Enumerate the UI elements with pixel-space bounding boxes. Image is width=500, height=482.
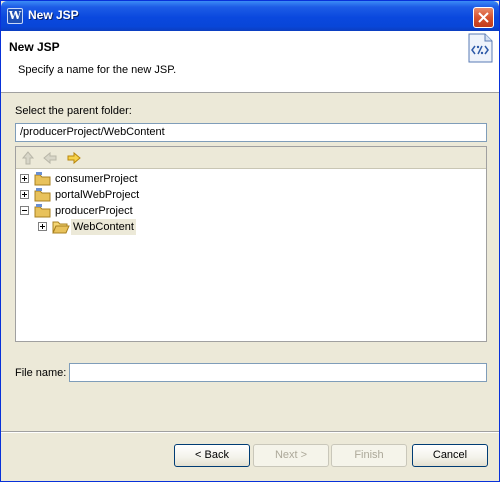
tree-item-label: consumerProject <box>55 173 138 185</box>
banner-title: New JSP <box>9 40 60 54</box>
tree-item-webcontent[interactable]: WebContent <box>38 219 238 235</box>
tree-item-portalwebproject[interactable]: portalWebProject <box>20 187 220 203</box>
finish-button[interactable]: Finish <box>331 444 407 467</box>
footer-separator <box>1 431 499 433</box>
tree-item-consumerproject[interactable]: consumerProject <box>20 171 220 187</box>
folder-tree[interactable]: consumerProject portalWebProject produce… <box>15 146 487 342</box>
close-button[interactable] <box>473 7 494 28</box>
expand-toggle[interactable] <box>38 222 47 231</box>
tree-item-label: portalWebProject <box>55 189 140 201</box>
collapse-toggle[interactable] <box>20 206 29 215</box>
parent-folder-input[interactable]: /producerProject/WebContent <box>15 123 487 142</box>
banner-description: Specify a name for the new JSP. <box>18 64 177 76</box>
tree-item-producerproject[interactable]: producerProject <box>20 203 220 219</box>
tree-item-label: WebContent <box>71 219 136 235</box>
expand-toggle[interactable] <box>20 174 29 183</box>
close-icon <box>478 12 489 23</box>
project-folder-icon <box>34 172 51 186</box>
tree-item-label: producerProject <box>55 205 133 217</box>
file-name-label: File name: <box>15 367 67 379</box>
parent-folder-label: Select the parent folder: <box>15 105 132 117</box>
header-banner: New JSP Specify a name for the new JSP. <box>1 31 499 93</box>
project-folder-icon <box>34 188 51 202</box>
cancel-button[interactable]: Cancel <box>412 444 488 467</box>
back-arrow-icon[interactable] <box>42 150 58 166</box>
tree-toolbar <box>16 147 486 169</box>
up-arrow-icon[interactable] <box>20 150 36 166</box>
forward-arrow-icon[interactable] <box>66 150 82 166</box>
file-name-input[interactable] <box>69 363 487 382</box>
app-icon: W <box>7 8 23 24</box>
window-title: New JSP <box>28 8 79 22</box>
next-button[interactable]: Next > <box>253 444 329 467</box>
expand-toggle[interactable] <box>20 190 29 199</box>
back-button[interactable]: < Back <box>174 444 250 467</box>
jsp-file-icon <box>468 33 493 63</box>
new-jsp-dialog: W New JSP New JSP Specify a name for the… <box>0 0 500 482</box>
open-folder-icon <box>52 221 70 234</box>
project-folder-icon <box>34 204 51 218</box>
title-bar[interactable]: W New JSP <box>1 1 499 31</box>
